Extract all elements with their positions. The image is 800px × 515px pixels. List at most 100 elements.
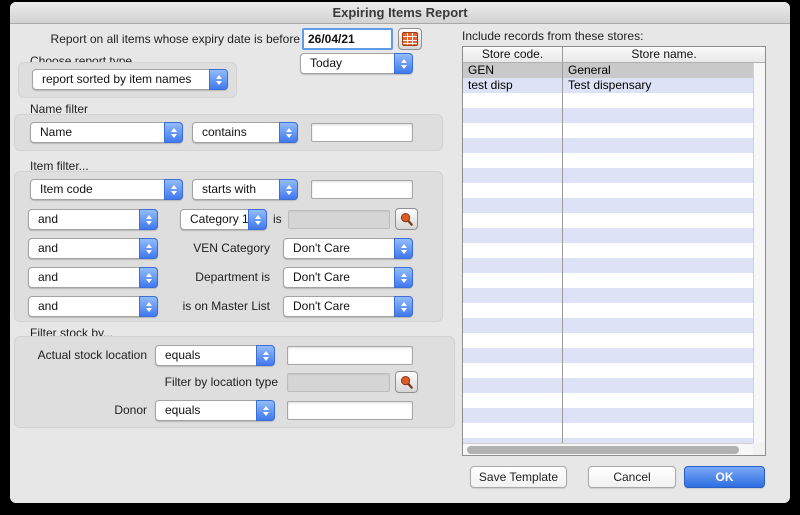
master-list-label: is on Master List [110,299,270,314]
stock-location-value-input[interactable] [287,346,413,365]
store-code-cell [463,318,563,333]
date-preset-dropdown[interactable]: Today [300,53,413,74]
name-field-dropdown[interactable]: Name [30,122,183,143]
name-comparator-dropdown[interactable]: contains [192,122,298,143]
dropdown-arrows-icon [164,122,183,143]
table-row-empty[interactable] [463,93,753,108]
title-bar: Expiring Items Report [10,2,790,24]
stock-location-label: Actual stock location [30,348,147,363]
store-code-cell [463,153,563,168]
ven-category-label: VEN Category [110,241,270,256]
dropdown-arrows-icon [248,209,267,230]
store-name-cell [563,363,753,378]
store-name-cell [563,228,753,243]
cancel-button[interactable]: Cancel [588,466,676,488]
store-code-cell: test disp [463,78,563,93]
item-code-field-dropdown[interactable]: Item code [30,179,183,200]
dropdown-arrows-icon [279,179,298,200]
store-name-cell [563,123,753,138]
save-template-button[interactable]: Save Template [470,466,567,488]
table-row-empty[interactable] [463,168,753,183]
table-row-empty[interactable] [463,153,753,168]
item-code-value-input[interactable] [311,180,413,199]
name-value-input[interactable] [311,123,413,142]
horizontal-scrollbar-thumb[interactable] [467,446,739,454]
master-list-dropdown[interactable]: Don't Care [283,296,413,317]
store-code-cell [463,198,563,213]
store-name-cell [563,318,753,333]
store-name-cell [563,378,753,393]
store-name-cell [563,213,753,228]
store-name-cell [563,168,753,183]
vertical-scrollbar[interactable] [753,63,765,444]
stores-table-body: GENGeneraltest dispTest dispensary [463,63,753,444]
window-title: Expiring Items Report [332,5,467,20]
table-row-empty[interactable] [463,378,753,393]
store-name-cell [563,288,753,303]
store-name-cell [563,408,753,423]
store-code-cell [463,138,563,153]
is-label: is [273,212,282,227]
store-name-cell [563,153,753,168]
table-row-empty[interactable] [463,423,753,438]
donor-comparator-dropdown[interactable]: equals [155,400,275,421]
horizontal-scrollbar[interactable] [463,443,753,455]
table-row-empty[interactable] [463,213,753,228]
expiry-date-input[interactable] [302,28,393,50]
table-row-empty[interactable] [463,228,753,243]
donor-value-input[interactable] [287,401,413,420]
item-code-comparator-dropdown[interactable]: starts with [192,179,298,200]
location-type-lookup-button[interactable] [395,371,418,393]
table-row-empty[interactable] [463,108,753,123]
store-name-cell [563,93,753,108]
department-dropdown[interactable]: Don't Care [283,267,413,288]
store-name-cell [563,108,753,123]
table-row-empty[interactable] [463,303,753,318]
table-row-empty[interactable] [463,198,753,213]
store-code-column-header[interactable]: Store code. [463,47,563,62]
store-code-cell [463,183,563,198]
report-type-dropdown[interactable]: report sorted by item names [32,69,228,90]
store-code-cell [463,408,563,423]
ok-button[interactable]: OK [684,466,765,488]
store-code-cell [463,123,563,138]
table-row-empty[interactable] [463,138,753,153]
table-row[interactable]: GENGeneral [463,63,753,78]
calendar-button[interactable] [398,28,422,50]
dropdown-arrows-icon [394,238,413,259]
table-row-empty[interactable] [463,318,753,333]
store-name-cell [563,198,753,213]
store-name-cell [563,393,753,408]
category-dropdown[interactable]: Category 1 [180,209,267,230]
table-row-empty[interactable] [463,348,753,363]
store-code-cell [463,213,563,228]
store-code-cell [463,108,563,123]
dropdown-arrows-icon [394,267,413,288]
table-row-empty[interactable] [463,408,753,423]
stock-location-comparator-dropdown[interactable]: equals [155,345,275,366]
store-code-cell [463,288,563,303]
store-code-cell [463,273,563,288]
dropdown-arrows-icon [164,179,183,200]
table-row-empty[interactable] [463,258,753,273]
conjunction-dropdown-1[interactable]: and [28,209,158,230]
table-row-empty[interactable] [463,243,753,258]
stores-table: Store code. Store name. GENGeneraltest d… [462,46,766,456]
magnifier-icon [399,212,414,227]
category-lookup-button[interactable] [395,208,418,230]
store-name-column-header[interactable]: Store name. [563,47,765,62]
table-row-empty[interactable] [463,183,753,198]
store-code-cell [463,258,563,273]
ven-category-dropdown[interactable]: Don't Care [283,238,413,259]
table-row[interactable]: test dispTest dispensary [463,78,753,93]
store-code-cell [463,93,563,108]
table-row-empty[interactable] [463,333,753,348]
store-code-cell [463,243,563,258]
table-row-empty[interactable] [463,288,753,303]
table-row-empty[interactable] [463,393,753,408]
location-type-field [287,373,390,392]
store-code-cell [463,228,563,243]
table-row-empty[interactable] [463,363,753,378]
table-row-empty[interactable] [463,273,753,288]
table-row-empty[interactable] [463,123,753,138]
